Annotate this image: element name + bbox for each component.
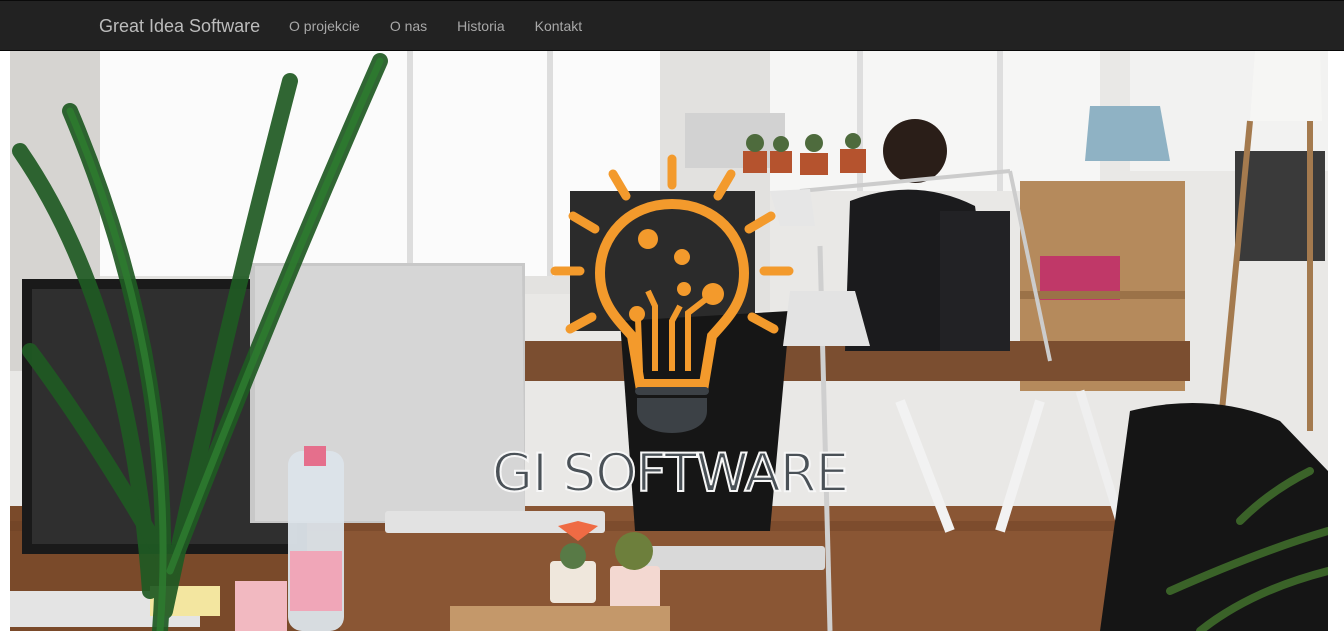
hero-banner: GI SOFTWARE [10, 51, 1328, 631]
nav-link-o-projekcie[interactable]: O projekcie [289, 18, 360, 34]
nav-link-historia[interactable]: Historia [457, 18, 504, 34]
navbar-brand[interactable]: Great Idea Software [99, 16, 260, 37]
logo-text: GI SOFTWARE [491, 442, 850, 505]
nav-link-o-nas[interactable]: O nas [390, 18, 427, 34]
nav-link-kontakt[interactable]: Kontakt [535, 18, 582, 34]
hero-office-image [10, 51, 1328, 631]
nav-links: O projekcie O nas Historia Kontakt [289, 18, 612, 34]
navbar: Great Idea Software O projekcie O nas Hi… [0, 0, 1344, 51]
